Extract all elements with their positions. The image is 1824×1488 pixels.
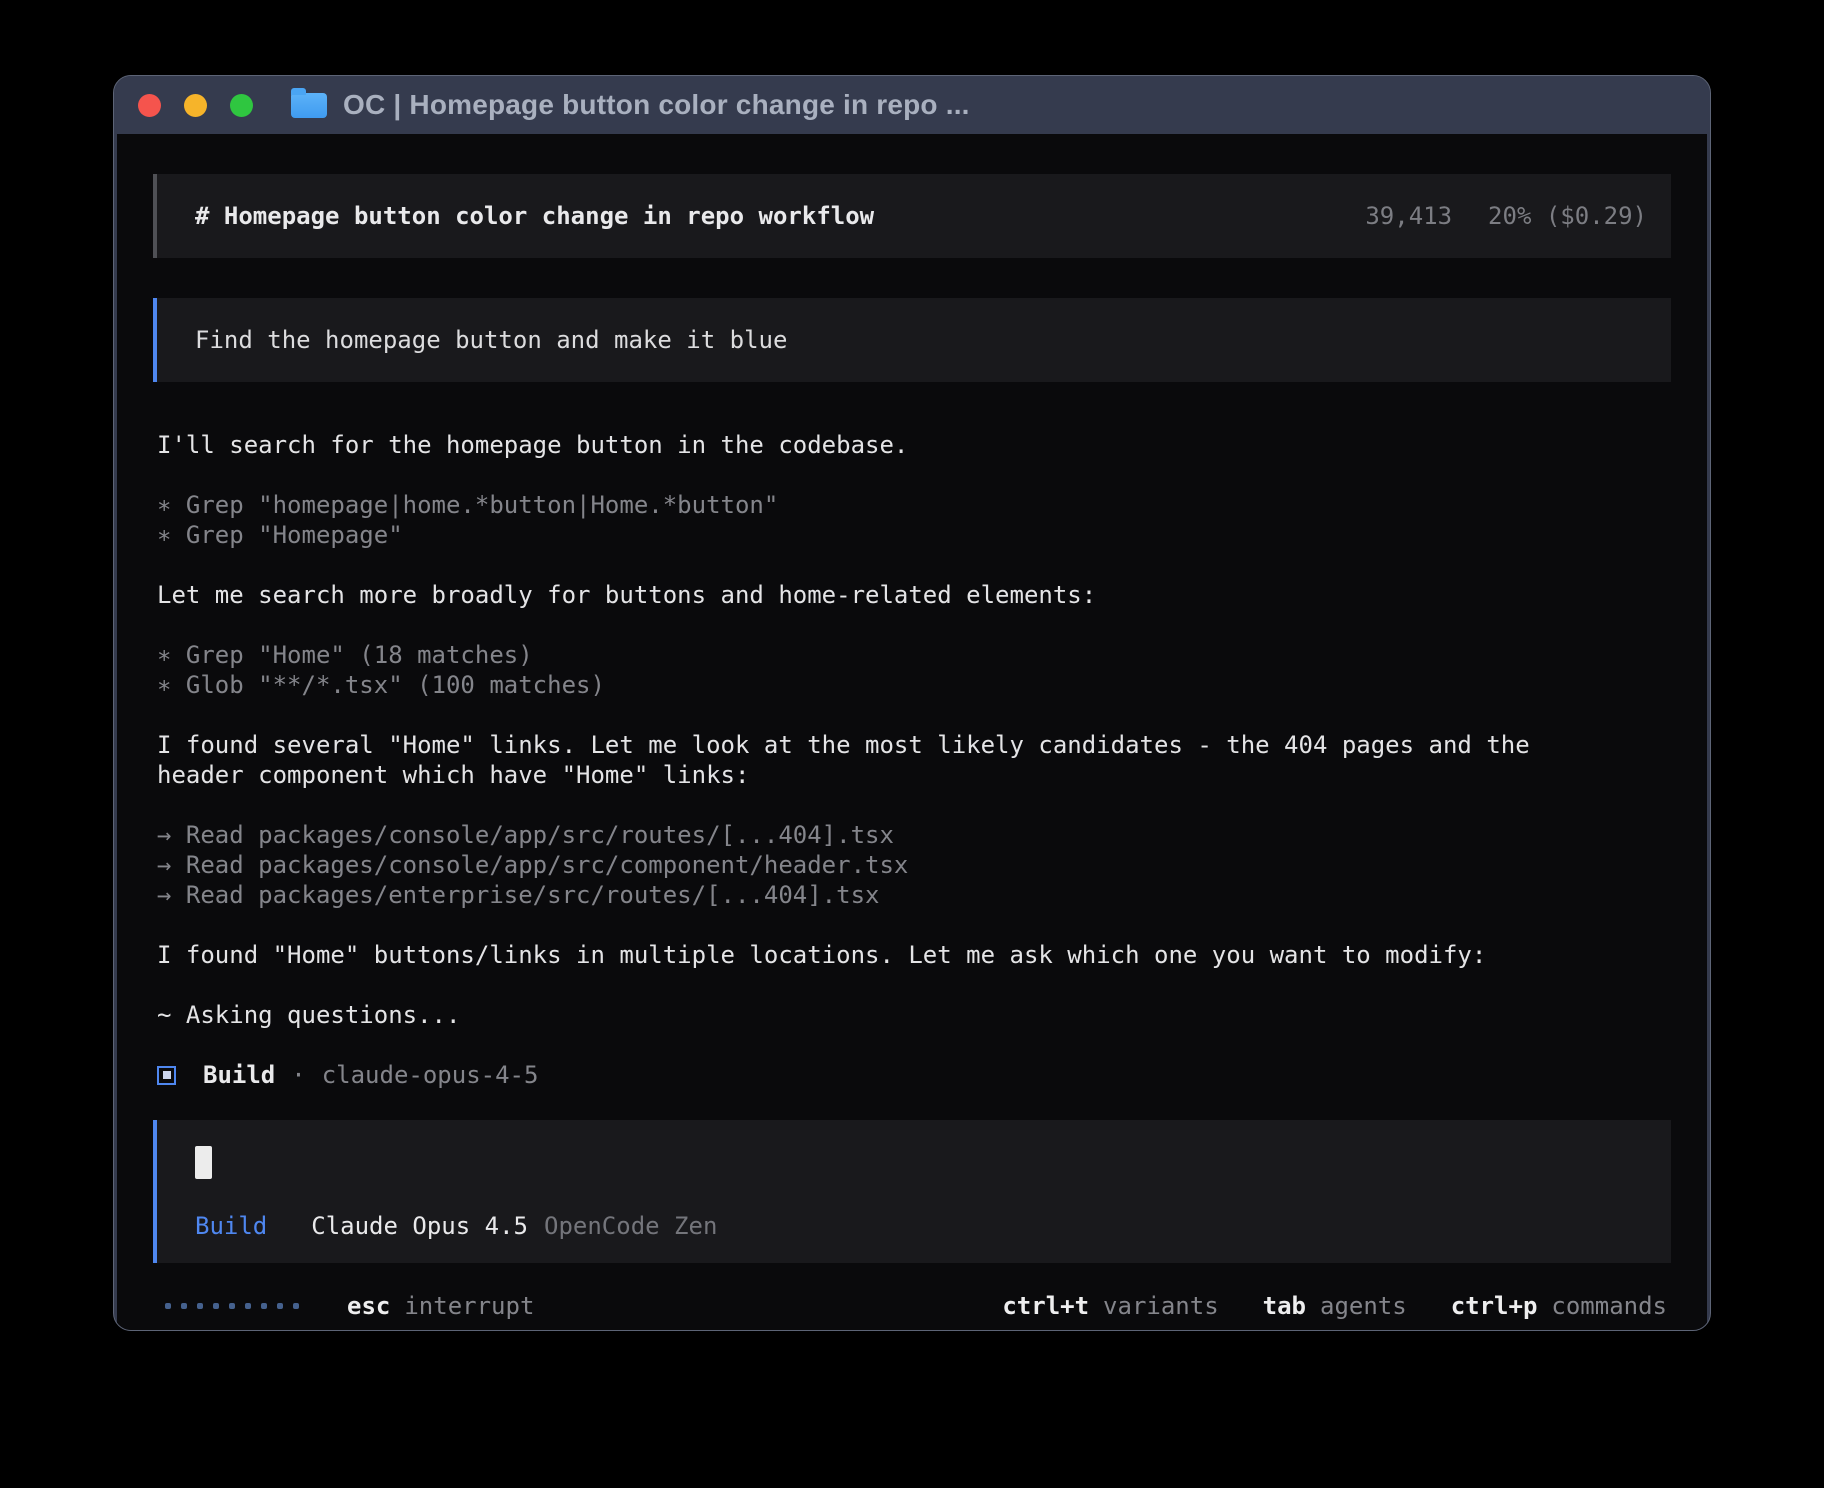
status-shortcuts: ctrl+t variants tab agents ctrl+p comman… [1002, 1291, 1667, 1321]
tool-call-group: → Read packages/console/app/src/routes/[… [157, 820, 1671, 910]
agent-model: claude-opus-4-5 [322, 1060, 539, 1090]
user-message: Find the homepage button and make it blu… [153, 298, 1671, 382]
spinner-dot [245, 1303, 251, 1309]
terminal-window: OC | Homepage button color change in rep… [113, 75, 1711, 1331]
tool-call-read: → Read packages/console/app/src/componen… [157, 850, 1671, 880]
shortcut-variants: ctrl+t variants [1002, 1291, 1218, 1321]
session-stats: 39,413 20% ($0.29) [1365, 201, 1647, 231]
input-agent-mode[interactable]: Build [195, 1211, 267, 1241]
input-meta: Build Claude Opus 4.5 OpenCode Zen [195, 1211, 1647, 1241]
minimize-button[interactable] [184, 94, 207, 117]
assistant-paragraph: I'll search for the homepage button in t… [157, 430, 1577, 460]
spinner-dot [165, 1303, 171, 1309]
assistant-response: I'll search for the homepage button in t… [153, 430, 1671, 1120]
session-header: # Homepage button color change in repo w… [153, 174, 1671, 258]
spinner-dot [181, 1303, 187, 1309]
fullscreen-button[interactable] [230, 94, 253, 117]
esc-key: esc [347, 1291, 390, 1321]
tool-call-group: ∗ Grep "Home" (18 matches) ∗ Glob "**/*.… [157, 640, 1671, 700]
build-agent-icon [157, 1066, 176, 1085]
token-count: 39,413 [1365, 201, 1452, 231]
input-model[interactable]: Claude Opus 4.5 [311, 1211, 528, 1241]
shortcut-commands: ctrl+p commands [1451, 1291, 1667, 1321]
terminal-content: # Homepage button color change in repo w… [117, 134, 1707, 1331]
shortcut-key: ctrl+t [1002, 1291, 1089, 1321]
shortcut-label: agents [1320, 1291, 1407, 1321]
spinner-dot [229, 1303, 235, 1309]
shortcut-label: commands [1551, 1291, 1667, 1321]
assistant-paragraph: I found "Home" buttons/links in multiple… [157, 940, 1577, 970]
status-left: esc interrupt [165, 1291, 534, 1321]
tool-call-grep: ∗ Grep "homepage|home.*button|Home.*butt… [157, 490, 1671, 520]
tool-call-grep: ∗ Grep "Homepage" [157, 520, 1671, 550]
input-provider: OpenCode Zen [544, 1211, 717, 1241]
folder-icon [291, 93, 327, 118]
agent-badge-row: Build · claude-opus-4-5 [157, 1060, 1671, 1090]
spinner-dot [293, 1303, 299, 1309]
spinner-dot [261, 1303, 267, 1309]
shortcut-key: tab [1263, 1291, 1306, 1321]
tool-call-read: → Read packages/console/app/src/routes/[… [157, 820, 1671, 850]
agent-separator: · [291, 1060, 305, 1090]
agent-name: Build [203, 1060, 275, 1090]
esc-hint: interrupt [404, 1291, 534, 1321]
progress-dots [165, 1303, 299, 1309]
window-title: OC | Homepage button color change in rep… [343, 89, 970, 121]
close-button[interactable] [138, 94, 161, 117]
shortcut-key: ctrl+p [1451, 1291, 1538, 1321]
tool-call-glob: ∗ Glob "**/*.tsx" (100 matches) [157, 670, 1671, 700]
text-cursor [195, 1146, 212, 1179]
traffic-lights [138, 94, 253, 117]
spinner-dot [197, 1303, 203, 1309]
tool-call-grep: ∗ Grep "Home" (18 matches) [157, 640, 1671, 670]
tool-call-group: ∗ Grep "homepage|home.*button|Home.*butt… [157, 490, 1671, 550]
shortcut-agents: tab agents [1263, 1291, 1407, 1321]
working-status: ~ Asking questions... [157, 1000, 1577, 1030]
session-title: # Homepage button color change in repo w… [195, 201, 874, 231]
context-cost: 20% ($0.29) [1488, 201, 1647, 231]
assistant-paragraph: Let me search more broadly for buttons a… [157, 580, 1577, 610]
spinner-dot [213, 1303, 219, 1309]
spinner-dot [277, 1303, 283, 1309]
assistant-paragraph: I found several "Home" links. Let me loo… [157, 730, 1577, 790]
shortcut-label: variants [1103, 1291, 1219, 1321]
window-titlebar: OC | Homepage button color change in rep… [114, 76, 1710, 134]
tool-call-read: → Read packages/enterprise/src/routes/[.… [157, 880, 1671, 910]
prompt-input[interactable]: Build Claude Opus 4.5 OpenCode Zen [153, 1120, 1671, 1263]
status-bar: esc interrupt ctrl+t variants tab agents… [153, 1263, 1671, 1331]
